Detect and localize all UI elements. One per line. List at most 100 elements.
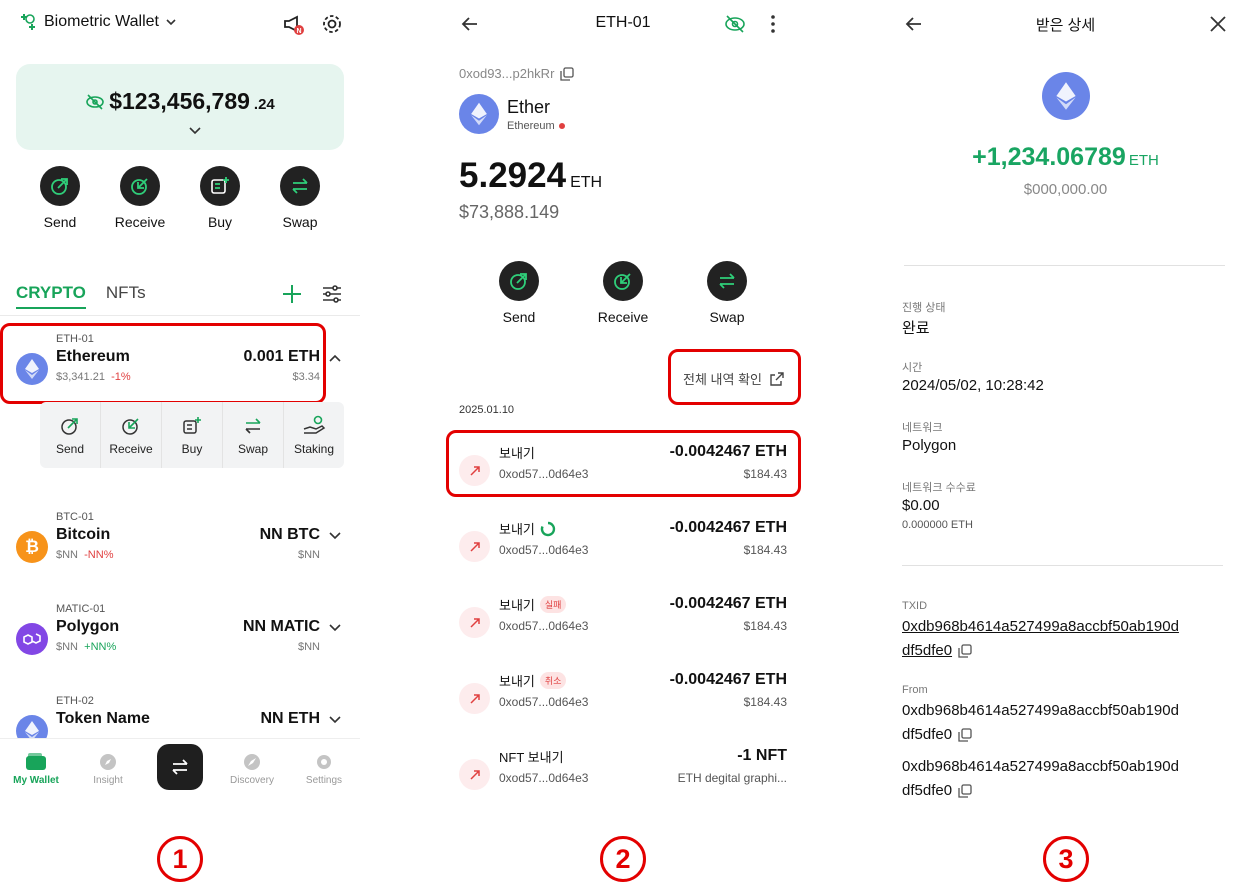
external-link-icon [770, 371, 784, 386]
chevron-down-icon[interactable] [328, 621, 342, 635]
receive-button[interactable]: Receive [583, 261, 663, 325]
gear-icon[interactable] [320, 12, 344, 36]
total-balance: $123,456,789 [109, 88, 250, 114]
asset-quick-actions: Send Receive Buy Swap Staking [40, 402, 344, 468]
price-change: -NN% [84, 549, 114, 561]
tx-value: -0.0042467 ETH [669, 595, 787, 612]
loading-spinner-icon [540, 521, 556, 536]
wallet-home-screen: Biometric Wallet N $123,456,789.24 Send … [0, 0, 360, 883]
swap-button[interactable]: Swap [260, 166, 340, 230]
svg-text:N: N [296, 28, 301, 35]
asset-price: $3,341.21 -1% [56, 371, 131, 383]
date-header: 2025.01.10 [459, 404, 515, 416]
tab-crypto[interactable]: CRYPTO [16, 283, 86, 309]
tx-type: 보내기 [499, 446, 535, 461]
swap-label: Swap [709, 309, 745, 325]
staking-hand-icon [303, 415, 326, 434]
receive-label: Receive [597, 309, 649, 325]
nav-settings-label: Settings [305, 775, 343, 786]
transaction-row[interactable]: 보내기 취소 0xod57...0d64e3 -0.0042467 ETH $18… [459, 671, 787, 725]
transaction-row[interactable]: 보내기 0xod57...0d64e3 -0.0042467 ETH $184.… [459, 443, 787, 497]
buy-button[interactable]: Buy [180, 166, 260, 230]
status-badge: 실패 [539, 596, 567, 613]
copy-icon[interactable] [958, 644, 972, 658]
nav-insight[interactable]: Insight [78, 753, 138, 786]
asset-fiat: $NN [297, 549, 320, 561]
price-change: -1% [111, 371, 131, 383]
time-value: 2024/05/02, 10:28:42 [902, 377, 1044, 394]
chevron-up-icon[interactable] [328, 351, 342, 365]
send-button[interactable]: Send [479, 261, 559, 325]
settings-icon [317, 755, 331, 769]
asset-amount: 0.001 ETH [243, 348, 320, 365]
txid-line-1: 0xdb968b4614a527499a8accbf50ab190d [902, 618, 1179, 635]
nav-discovery[interactable]: Discovery [222, 753, 282, 786]
chevron-down-icon[interactable] [328, 529, 342, 543]
copy-icon[interactable] [958, 728, 972, 742]
asset-name: Polygon [56, 618, 120, 635]
chevron-down-icon[interactable] [188, 126, 202, 136]
status-badge: 취소 [539, 672, 567, 689]
tx-fiat: $184.43 [743, 543, 787, 557]
nav-swap-button[interactable] [157, 744, 203, 790]
asset-name: Bitcoin [56, 526, 111, 543]
buy-label: Buy [207, 214, 233, 230]
receive-button[interactable]: Receive [100, 166, 180, 230]
asset-row-polygon[interactable]: MATIC-01 Polygon $NN +NN% NN MATIC $NN [16, 603, 342, 663]
wallet-icon [26, 753, 46, 770]
send-label: Send [502, 309, 536, 325]
eye-off-icon[interactable] [724, 14, 746, 34]
gear-glyph [323, 15, 341, 33]
transaction-row[interactable]: NFT 보내기 0xod57...0d64e3 -1 NFT ETH degit… [459, 747, 787, 801]
wallet-selector[interactable]: Biometric Wallet [18, 12, 177, 32]
swap-button[interactable]: Swap [687, 261, 767, 325]
tx-value: -0.0042467 ETH [669, 443, 787, 460]
txid-value[interactable]: 0xdb968b4614a527499a8accbf50ab190d df5df… [902, 615, 1232, 663]
transaction-row[interactable]: 보내기 실패 0xod57...0d64e3 -0.0042467 ETH $18… [459, 595, 787, 649]
nav-my-wallet[interactable]: My Wallet [6, 753, 66, 786]
send-button[interactable]: Send [20, 166, 100, 230]
quick-swap-button[interactable]: Swap [223, 402, 284, 468]
filter-sliders-icon[interactable] [321, 283, 343, 305]
asset-price: $NN +NN% [56, 641, 116, 653]
bottom-navigation: My Wallet Insight Discovery Settings [0, 738, 360, 798]
fee-label: 네트워크 수수료 [902, 482, 976, 494]
megaphone-icon[interactable]: N [282, 12, 306, 36]
quick-staking-label: Staking [293, 441, 335, 456]
eye-off-icon[interactable] [85, 93, 105, 110]
more-vertical-icon[interactable] [769, 14, 777, 34]
quick-send-button[interactable]: Send [40, 402, 101, 468]
biometric-icon [21, 14, 35, 30]
tx-type: 보내기 [499, 674, 535, 689]
quick-buy-button[interactable]: Buy [162, 402, 223, 468]
quick-staking-button[interactable]: Staking [284, 402, 344, 468]
view-all-history-link[interactable]: 전체 내역 확인 [683, 369, 784, 388]
copy-icon[interactable] [958, 784, 972, 798]
receive-detail-screen: 받은 상세 +1,234.06789 ETH $000,000.00 진행 상태… [885, 0, 1246, 883]
tx-fiat: $184.43 [743, 695, 787, 709]
nav-insight-label: Insight [93, 775, 123, 786]
tab-nfts[interactable]: NFTs [106, 283, 146, 309]
swap-icon [172, 759, 188, 775]
step-marker-1: 1 [157, 836, 203, 882]
to-address: 0xdb968b4614a527499a8accbf50ab190d df5df… [902, 755, 1232, 803]
tx-type: 보내기 [499, 598, 535, 613]
chevron-down-icon[interactable] [328, 713, 342, 727]
quick-receive-button[interactable]: Receive [101, 402, 162, 468]
transaction-row[interactable]: 보내기 0xod57...0d64e3 -0.0042467 ETH $184.… [459, 519, 787, 573]
to-line-1: 0xdb968b4614a527499a8accbf50ab190d [902, 758, 1179, 775]
address-text: 0xod93...p2hkRr [459, 66, 555, 81]
close-icon[interactable] [1209, 15, 1227, 33]
quick-swap-label: Swap [237, 441, 269, 456]
account-label: ETH-02 [56, 695, 94, 707]
fee-eth: 0.000000 ETH [902, 519, 973, 531]
copy-icon[interactable] [560, 66, 575, 81]
price-value: $NN [56, 549, 79, 561]
txid-label: TXID [902, 600, 928, 612]
add-icon[interactable] [281, 283, 303, 305]
fee-value: $0.00 [902, 497, 940, 514]
asset-row-ethereum[interactable]: ETH-01 Ethereum $3,341.21 -1% 0.001 ETH … [16, 333, 342, 393]
asset-row-bitcoin[interactable]: ₿ BTC-01 Bitcoin $NN -NN% NN BTC $NN [16, 511, 342, 571]
account-label: ETH-01 [56, 333, 94, 345]
nav-settings[interactable]: Settings [294, 753, 354, 786]
